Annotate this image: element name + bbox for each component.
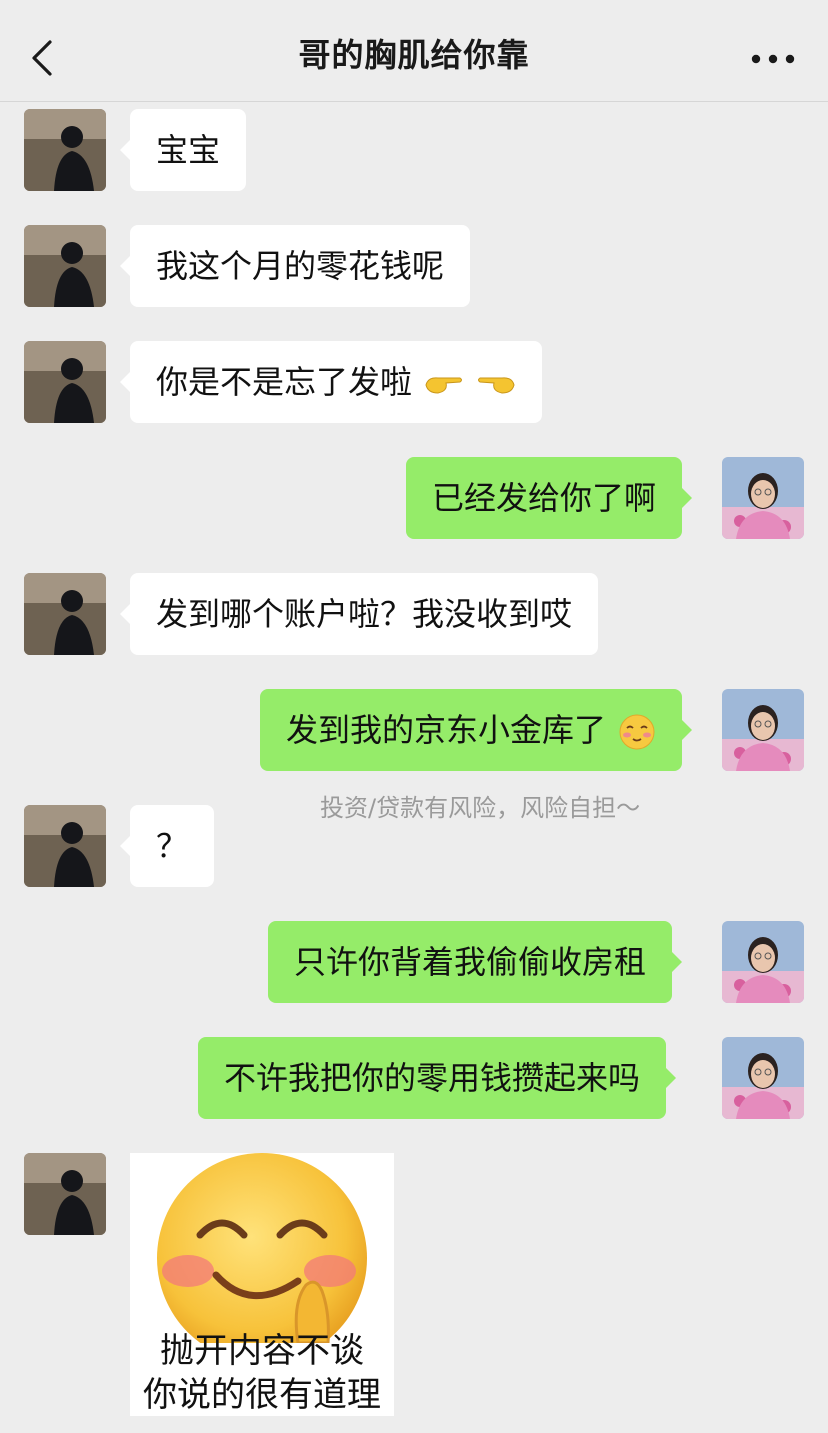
message-text: 宝宝 bbox=[156, 131, 221, 169]
sticker-caption-line1: 抛开内容不谈 bbox=[160, 1331, 364, 1371]
message-bubble-received[interactable]: 宝宝 bbox=[119, 109, 247, 191]
blushing-smile-icon bbox=[619, 714, 655, 750]
contact-avatar[interactable] bbox=[24, 341, 106, 423]
message-bubble-sent[interactable]: 不许我把你的零用钱攒起来吗 bbox=[198, 1037, 677, 1119]
pointing-left-icon bbox=[478, 377, 515, 394]
more-dots-icon bbox=[751, 54, 795, 64]
message-text: 已经发给你了啊 bbox=[432, 479, 657, 517]
message-bubble-sent[interactable]: 只许你背着我偷偷收房租 bbox=[268, 921, 683, 1003]
chat-title: 哥的胸肌给你靠 bbox=[298, 36, 530, 74]
message-bubble-received[interactable]: 你是不是忘了发啦 bbox=[119, 341, 543, 423]
smirk-face-sticker-icon bbox=[157, 1153, 367, 1343]
message-text: 只许你背着我偷偷收房租 bbox=[294, 943, 647, 981]
more-button[interactable] bbox=[748, 44, 798, 74]
message-bubble-sent[interactable]: 发到我的京东小金库了 bbox=[260, 689, 693, 771]
contact-avatar[interactable] bbox=[24, 1153, 106, 1235]
message-text: ？ bbox=[156, 827, 189, 865]
message-text: 不许我把你的零用钱攒起来吗 bbox=[224, 1059, 641, 1097]
contact-avatar[interactable] bbox=[24, 573, 106, 655]
my-avatar[interactable] bbox=[722, 1037, 804, 1119]
sticker-message[interactable]: 抛开内容不谈 你说的很有道理 bbox=[130, 1153, 394, 1416]
message-text: 发到我的京东小金库了 bbox=[286, 711, 607, 749]
message-bubble-received[interactable]: 发到哪个账户啦？我没收到哎 bbox=[119, 573, 599, 655]
contact-avatar[interactable] bbox=[24, 225, 106, 307]
chat-header: 哥的胸肌给你靠 bbox=[0, 0, 828, 102]
message-text: 你是不是忘了发啦 bbox=[156, 363, 413, 401]
message-bubble-sent[interactable]: 已经发给你了啊 bbox=[406, 457, 693, 539]
message-bubble-received[interactable]: ？ bbox=[119, 805, 215, 887]
risk-notice: 投资/贷款有风险，风险自担～ bbox=[320, 794, 641, 822]
message-bubble-received[interactable]: 我这个月的零花钱呢 bbox=[119, 225, 471, 307]
my-avatar[interactable] bbox=[722, 457, 804, 539]
contact-avatar[interactable] bbox=[24, 109, 106, 191]
message-text: 发到哪个账户啦？我没收到哎 bbox=[156, 595, 573, 633]
message-text: 我这个月的零花钱呢 bbox=[156, 247, 445, 285]
contact-avatar[interactable] bbox=[24, 805, 106, 887]
sticker-caption-line2: 你说的很有道理 bbox=[143, 1375, 381, 1415]
pointing-right-icon bbox=[425, 377, 463, 394]
my-avatar[interactable] bbox=[722, 689, 804, 771]
my-avatar[interactable] bbox=[722, 921, 804, 1003]
